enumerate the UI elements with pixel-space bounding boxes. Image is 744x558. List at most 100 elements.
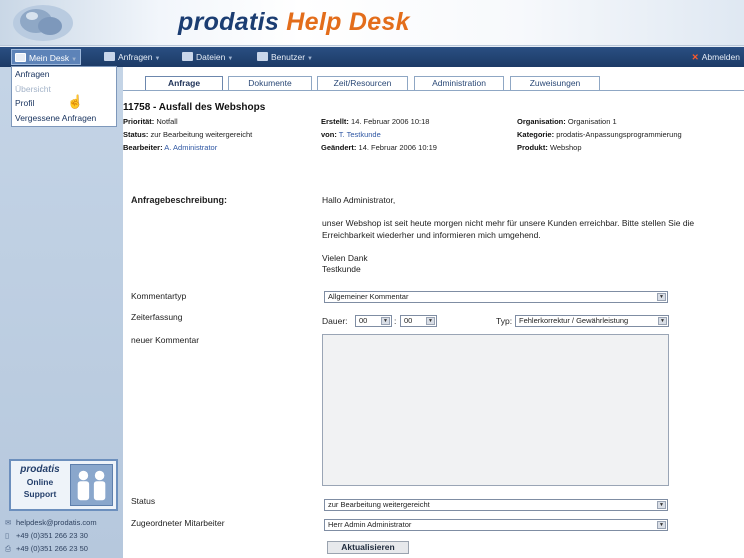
left-sidebar: prodatis Online Support ✉ helpdesk@prodat… xyxy=(0,67,123,558)
meta-value: Webshop xyxy=(549,143,582,152)
logo-prodatis: prodatis xyxy=(178,8,280,36)
menu-anfragen[interactable]: Anfragen ▼ xyxy=(104,47,160,67)
meta-label: von: xyxy=(321,130,337,139)
globe-logo-icon xyxy=(13,5,73,41)
meta-value: Organisation 1 xyxy=(567,117,617,126)
time-separator: : xyxy=(394,316,397,326)
assignee-select[interactable]: Herr Admin Administrator ▼ xyxy=(324,519,668,531)
tab-administration[interactable]: Administration xyxy=(414,76,504,90)
meta-priority: Priorität: Notfall xyxy=(123,117,178,126)
chevron-down-icon: ▼ xyxy=(227,56,234,62)
support-people-icon xyxy=(70,464,113,506)
tab-zeit-resourcen[interactable]: Zeit/Resourcen xyxy=(317,76,408,90)
dropdown-item-uebersicht[interactable]: Übersicht xyxy=(12,82,116,97)
chevron-down-icon: ▼ xyxy=(71,57,78,63)
new-comment-label: neuer Kommentar xyxy=(131,335,200,345)
online-support-box[interactable]: prodatis Online Support xyxy=(9,459,118,511)
meta-label: Kategorie: xyxy=(517,130,555,139)
meta-label: Bearbeiter: xyxy=(123,143,163,152)
meta-label: Geändert: xyxy=(321,143,357,152)
select-value: 00 xyxy=(404,316,413,325)
dropdown-item-anfragen[interactable]: Anfragen xyxy=(12,67,116,82)
select-value: Fehlerkorrektur / Gewährleistung xyxy=(519,316,629,325)
meta-label: Organisation: xyxy=(517,117,566,126)
chevron-down-icon: ▼ xyxy=(307,56,313,62)
dropdown-arrow-icon: ▼ xyxy=(657,521,666,529)
menu-label: Dateien xyxy=(196,52,226,62)
description-closing2: Testkunde xyxy=(322,264,361,274)
meta-value: 14. Februar 2006 10:19 xyxy=(358,143,437,152)
support-text: prodatis Online Support xyxy=(15,464,65,500)
status-select[interactable]: zur Bearbeitung weitergereicht ▼ xyxy=(324,499,668,511)
fax-text: +49 (0)351 266 23 50 xyxy=(16,544,88,553)
support-line1: Online xyxy=(26,477,54,487)
dropdown-item-vergessene-anfragen[interactable]: Vergessene Anfragen xyxy=(12,111,116,126)
support-brand: prodatis xyxy=(20,464,60,475)
mein-desk-dropdown: Anfragen Übersicht Profil Vergessene Anf… xyxy=(11,66,117,127)
support-fax: ⎙ +49 (0)351 266 23 50 xyxy=(5,544,88,554)
phone-text: +49 (0)351 266 23 30 xyxy=(16,531,88,540)
comment-type-label: Kommentartyp xyxy=(131,291,187,301)
minutes-select[interactable]: 00 ▼ xyxy=(400,315,437,327)
type-select[interactable]: Fehlerkorrektur / Gewährleistung ▼ xyxy=(515,315,669,327)
menu-label: Anfragen xyxy=(118,52,153,62)
tab-zuweisungen[interactable]: Zuweisungen xyxy=(510,76,600,90)
logout-button[interactable]: ✕ Abmelden xyxy=(692,47,740,67)
meta-product: Produkt: Webshop xyxy=(517,143,582,152)
tab-dokumente[interactable]: Dokumente xyxy=(228,76,312,90)
meta-organisation: Organisation: Organisation 1 xyxy=(517,117,617,126)
meta-value: Notfall xyxy=(156,117,178,126)
new-comment-textarea[interactable] xyxy=(322,334,669,486)
phone-icon: ▯ xyxy=(5,531,10,540)
dropdown-arrow-icon: ▼ xyxy=(657,293,666,301)
meta-changed: Geändert: 14. Februar 2006 10:19 xyxy=(321,143,437,152)
time-tracking-label: Zeiterfassung xyxy=(131,312,183,322)
menu-dateien[interactable]: Dateien ▼ xyxy=(182,47,233,67)
main-content: Anfrage Dokumente Zeit/Resourcen Adminis… xyxy=(123,67,744,558)
meta-status: Status: zur Bearbeitung weitergereicht xyxy=(123,130,252,139)
meta-created: Erstellt: 14. Februar 2006 10:18 xyxy=(321,117,429,126)
dropdown-arrow-icon: ▼ xyxy=(381,317,390,325)
dropdown-item-profil[interactable]: Profil xyxy=(12,96,116,111)
meta-label: Produkt: xyxy=(517,143,548,152)
meta-label: Status: xyxy=(123,130,149,139)
meta-value: 14. Februar 2006 10:18 xyxy=(351,117,430,126)
editor-link[interactable]: A. Administrator xyxy=(164,143,217,152)
meta-category: Kategorie: prodatis-Anpassungsprogrammie… xyxy=(517,130,682,139)
type-label: Typ: xyxy=(496,316,513,326)
tab-anfrage[interactable]: Anfrage xyxy=(145,76,223,90)
users-icon xyxy=(257,52,268,61)
menu-label: Mein Desk xyxy=(29,53,70,63)
description-closing1: Vielen Dank xyxy=(322,253,368,263)
select-value: Allgemeiner Kommentar xyxy=(328,292,409,301)
assignee-label: Zugeordneter Mitarbeiter xyxy=(131,518,225,528)
main-menubar: Mein Desk ▼ Anfragen ▼ Dateien ▼ Benutzer ▼ … xyxy=(0,47,744,67)
tab-divider xyxy=(123,90,744,91)
description-label: Anfragebeschreibung: xyxy=(131,195,228,205)
menu-label: Benutzer xyxy=(271,52,306,62)
update-button[interactable]: Aktualisieren xyxy=(327,541,409,554)
meta-label: Priorität: xyxy=(123,117,155,126)
hours-select[interactable]: 00 ▼ xyxy=(355,315,392,327)
duration-label: Dauer: xyxy=(322,316,348,326)
logout-label: Abmelden xyxy=(701,52,740,62)
menu-mein-desk[interactable]: Mein Desk ▼ xyxy=(11,49,82,65)
meta-editor: Bearbeiter: A. Administrator xyxy=(123,143,217,152)
close-icon: ✕ xyxy=(691,52,699,62)
menu-benutzer[interactable]: Benutzer ▼ xyxy=(257,47,313,67)
description-body: unser Webshop ist seit heute morgen nich… xyxy=(322,218,695,240)
email-text: helpdesk@prodatis.com xyxy=(16,518,97,527)
desk-icon xyxy=(15,53,26,62)
app-logo: prodatis Help Desk xyxy=(178,8,410,37)
support-email[interactable]: ✉ helpdesk@prodatis.com xyxy=(5,518,97,527)
requests-icon xyxy=(104,52,115,61)
fax-icon: ⎙ xyxy=(5,544,11,553)
from-link[interactable]: T. Testkunde xyxy=(339,130,381,139)
dropdown-arrow-icon: ▼ xyxy=(657,501,666,509)
description-greeting: Hallo Administrator, xyxy=(322,195,396,205)
logo-helpdesk: Help Desk xyxy=(286,8,410,36)
support-phone: ▯ +49 (0)351 266 23 30 xyxy=(5,531,88,540)
select-value: Herr Admin Administrator xyxy=(328,520,412,529)
comment-type-select[interactable]: Allgemeiner Kommentar ▼ xyxy=(324,291,668,303)
app-header: prodatis Help Desk xyxy=(0,0,744,46)
